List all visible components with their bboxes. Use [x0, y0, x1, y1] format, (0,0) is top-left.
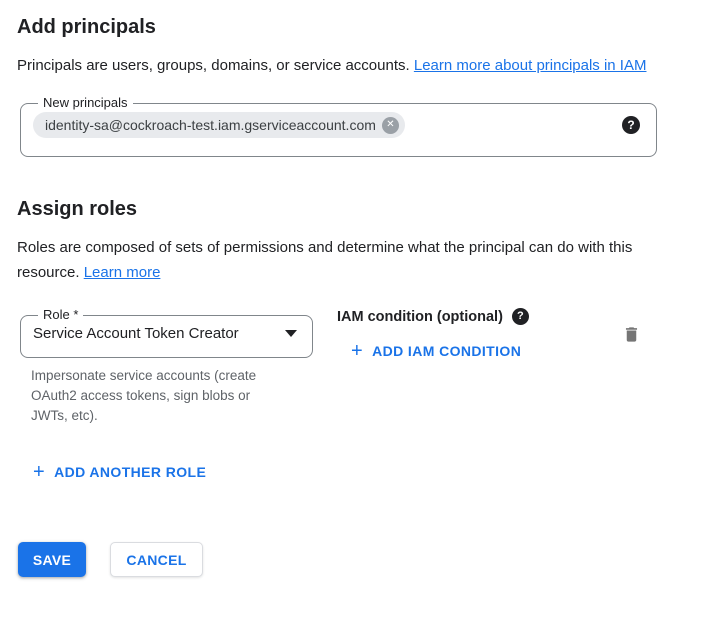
add-principals-title: Add principals	[17, 15, 713, 39]
chevron-down-icon	[285, 330, 297, 337]
new-principals-label: New principals	[38, 95, 133, 111]
plus-icon: +	[351, 341, 363, 361]
role-helper-text: Impersonate service accounts (create OAu…	[31, 366, 281, 426]
trash-icon	[622, 324, 641, 345]
chip-remove-icon[interactable]: ✕	[382, 117, 399, 134]
iam-condition-column: IAM condition (optional) ? + ADD IAM CON…	[337, 307, 529, 362]
add-principals-description: Principals are users, groups, domains, o…	[17, 53, 657, 78]
add-iam-condition-label: ADD IAM CONDITION	[372, 343, 521, 359]
learn-more-principals-link[interactable]: Learn more about principals in IAM	[414, 57, 647, 74]
plus-icon: +	[33, 462, 45, 482]
role-assignment-row: Role * Service Account Token Creator Imp…	[0, 307, 713, 426]
principal-chip-label: identity-sa@cockroach-test.iam.gservicea…	[45, 116, 376, 134]
iam-condition-label: IAM condition (optional)	[337, 309, 503, 325]
assign-roles-title: Assign roles	[17, 197, 713, 221]
add-principals-dialog: Add principals Principals are users, gro…	[0, 15, 713, 644]
new-principals-field[interactable]: New principals identity-sa@cockroach-tes…	[20, 95, 657, 157]
add-another-role-label: ADD ANOTHER ROLE	[54, 464, 206, 480]
role-select-label: Role *	[38, 307, 83, 323]
add-another-role-button[interactable]: + ADD ANOTHER ROLE	[33, 462, 206, 482]
role-select[interactable]: Role * Service Account Token Creator	[20, 307, 313, 358]
save-button[interactable]: SAVE	[18, 542, 86, 577]
cancel-button[interactable]: CANCEL	[110, 542, 203, 577]
principal-chip[interactable]: identity-sa@cockroach-test.iam.gservicea…	[33, 112, 405, 138]
add-principals-description-text: Principals are users, groups, domains, o…	[17, 57, 410, 74]
iam-condition-help-icon[interactable]: ?	[512, 308, 529, 325]
new-principals-help-icon[interactable]: ?	[622, 116, 640, 134]
learn-more-roles-link[interactable]: Learn more	[84, 264, 161, 281]
delete-role-button[interactable]	[622, 324, 641, 345]
role-select-value: Service Account Token Creator	[33, 325, 239, 342]
add-iam-condition-button[interactable]: + ADD IAM CONDITION	[351, 341, 521, 361]
role-column: Role * Service Account Token Creator Imp…	[20, 307, 313, 426]
assign-roles-description: Roles are composed of sets of permission…	[17, 235, 657, 285]
dialog-actions: SAVE CANCEL	[18, 542, 713, 577]
